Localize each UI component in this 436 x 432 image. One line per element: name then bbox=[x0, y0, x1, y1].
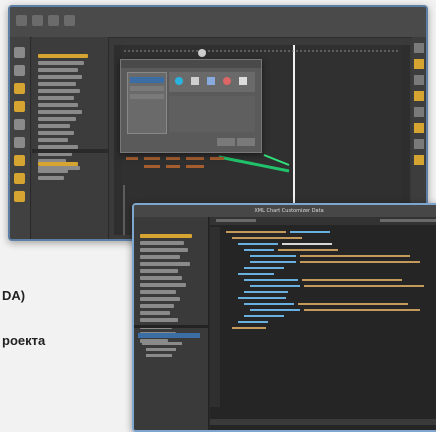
toolbar-button[interactable] bbox=[48, 15, 59, 26]
code-lines bbox=[226, 231, 424, 329]
tool-icon[interactable] bbox=[14, 191, 25, 202]
caption-line-1: DA) bbox=[2, 288, 26, 303]
toolbar-button[interactable] bbox=[64, 15, 75, 26]
tool-icon[interactable] bbox=[14, 83, 25, 94]
chart-type-dialog[interactable] bbox=[120, 59, 262, 153]
tool-icon[interactable] bbox=[14, 119, 25, 130]
tool-icon[interactable] bbox=[14, 47, 25, 58]
toolbar-button[interactable] bbox=[32, 15, 43, 26]
tool-icon[interactable] bbox=[14, 155, 25, 166]
window-title: XML Chart Customizer Data bbox=[134, 205, 436, 217]
line-gutter bbox=[210, 227, 220, 407]
caption-line-2: роекта bbox=[2, 333, 46, 348]
tool-icon[interactable] bbox=[14, 101, 25, 112]
toolbar-button[interactable] bbox=[16, 15, 27, 26]
file-tree bbox=[134, 217, 209, 430]
tool-icon[interactable] bbox=[14, 65, 25, 76]
toolbar bbox=[10, 7, 426, 38]
project-tree bbox=[32, 37, 109, 239]
selected-file-row[interactable] bbox=[138, 333, 200, 338]
xml-editor-window: XML Chart Customizer Data bbox=[132, 203, 436, 432]
tool-icon[interactable] bbox=[14, 173, 25, 184]
tool-icon[interactable] bbox=[14, 137, 25, 148]
horizontal-scrollbar[interactable] bbox=[210, 419, 436, 425]
tool-palette bbox=[10, 37, 31, 239]
